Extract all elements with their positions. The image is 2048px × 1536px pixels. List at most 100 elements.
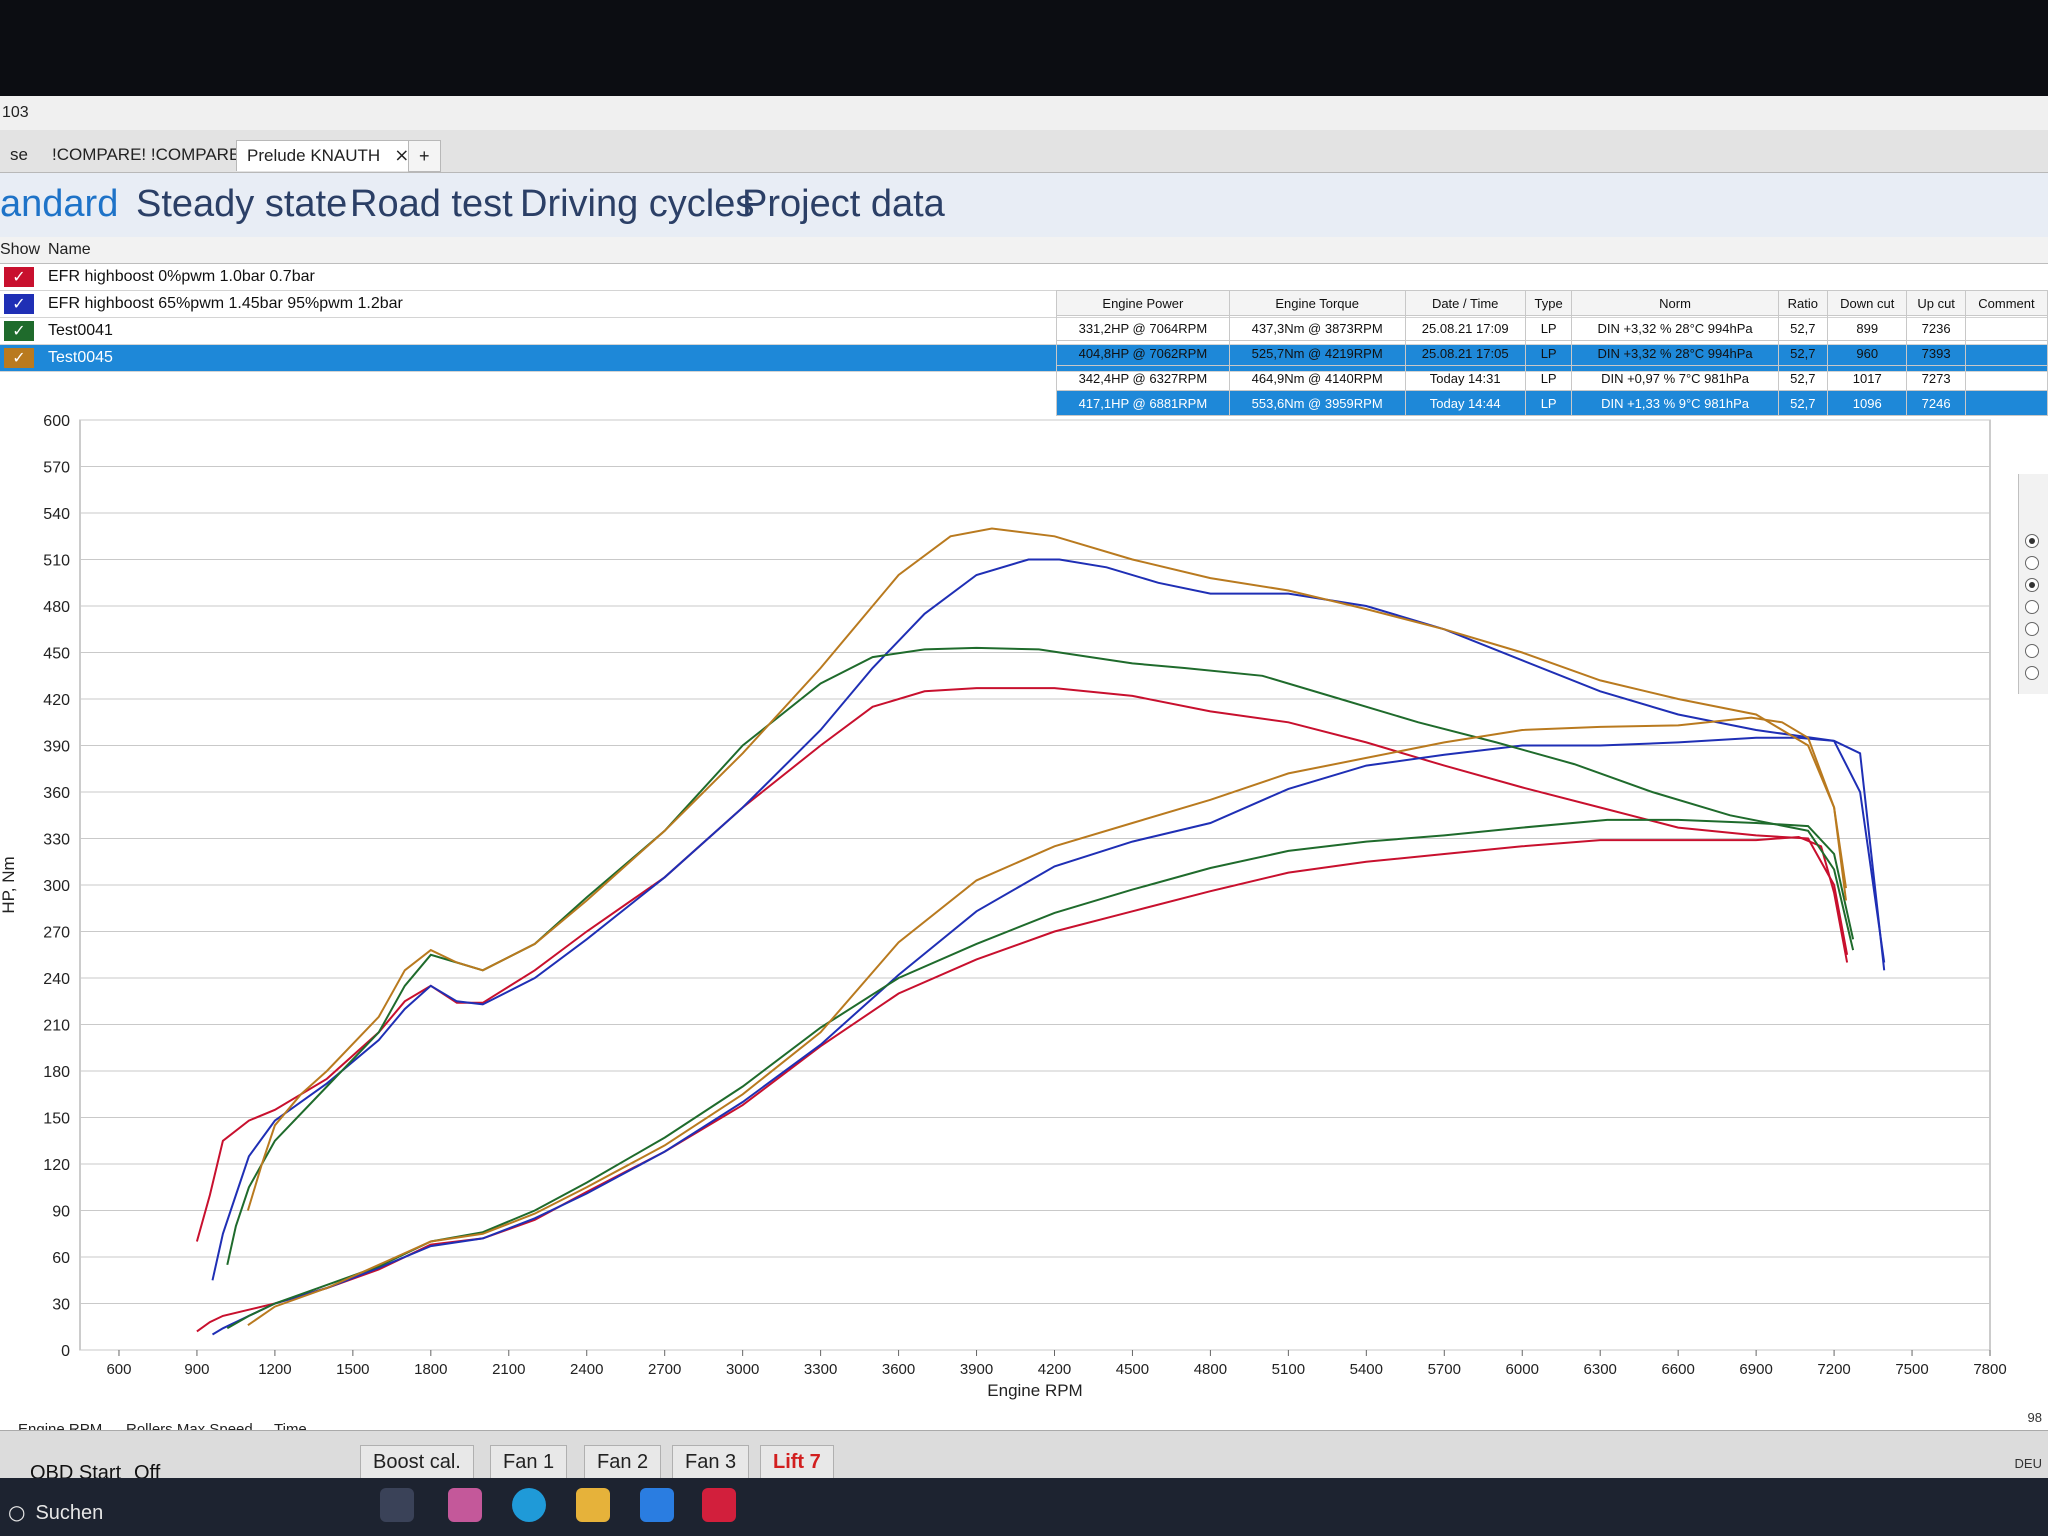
x-tick-label: 5400 xyxy=(1350,1361,1383,1378)
table-row[interactable]: 404,8HP @ 7062RPM 525,7Nm @ 4219RPM 25.08.… xyxy=(1056,340,2048,366)
tab-prelude-knauth[interactable]: Prelude KNAUTH × xyxy=(236,140,421,171)
run-name: Test0041 xyxy=(48,322,113,339)
window-title: 103 xyxy=(2,104,29,121)
y-tick-label: 450 xyxy=(43,646,70,663)
tab-compare[interactable]: !COMPARE! !COMPARE! xyxy=(42,140,255,170)
title-bar: 103 xyxy=(0,96,2048,130)
fan-2-button[interactable]: Fan 2 xyxy=(584,1445,662,1479)
lift-7-button[interactable]: Lift 7 xyxy=(760,1445,834,1479)
x-tick-label: 3300 xyxy=(804,1361,837,1378)
cell: DIN +3,32 % 28°C 994hPa xyxy=(1571,315,1779,341)
nav-project-data[interactable]: Project data xyxy=(742,183,945,226)
x-tick-label: 4200 xyxy=(1038,1361,1071,1378)
cell: 52,7 xyxy=(1777,315,1829,341)
y-tick-label: 90 xyxy=(52,1204,70,1221)
col-down-cut[interactable]: Down cut xyxy=(1827,290,1908,316)
nav-steady-state[interactable]: Steady state xyxy=(136,183,347,226)
table-row[interactable]: 331,2HP @ 7064RPM 437,3Nm @ 3873RPM 25.08.… xyxy=(1056,315,2048,341)
curve-radio[interactable] xyxy=(2025,534,2039,548)
nav-driving-cycles[interactable]: Driving cycles xyxy=(520,183,754,226)
dyno-app-icon[interactable] xyxy=(702,1488,736,1522)
mail-icon[interactable] xyxy=(640,1488,674,1522)
show-checkbox[interactable]: ✓ xyxy=(4,267,34,287)
search-icon: ○ xyxy=(8,1500,26,1524)
curve-radio[interactable] xyxy=(2025,622,2039,636)
cell: 52,7 xyxy=(1777,340,1829,366)
edge-icon[interactable] xyxy=(512,1488,546,1522)
cell: Today 14:31 xyxy=(1404,365,1526,391)
y-tick-label: 240 xyxy=(43,971,70,988)
cell: 899 xyxy=(1827,315,1908,341)
x-tick-label: 3000 xyxy=(726,1361,759,1378)
x-tick-label: 4800 xyxy=(1194,1361,1227,1378)
cell: 342,4HP @ 6327RPM xyxy=(1056,365,1230,391)
x-tick-label: 3600 xyxy=(882,1361,915,1378)
curve-select-panel xyxy=(2018,474,2048,694)
language-indicator[interactable]: DEU xyxy=(2015,1456,2042,1471)
curve-radio[interactable] xyxy=(2025,556,2039,570)
run-name: Test0045 xyxy=(48,349,113,366)
cell: 25.08.21 17:05 xyxy=(1404,340,1526,366)
x-tick-label: 6300 xyxy=(1584,1361,1617,1378)
x-tick-label: 2700 xyxy=(648,1361,681,1378)
curve-radio[interactable] xyxy=(2025,578,2039,592)
taskbar: ○ Suchen DEU xyxy=(0,1456,2048,1536)
cell: DIN +0,97 % 7°C 981hPa xyxy=(1571,365,1779,391)
copilot-icon[interactable] xyxy=(448,1488,482,1522)
app-window: 103 se !COMPARE! !COMPARE! Prelude KNAUT… xyxy=(0,96,2048,1536)
run-row[interactable]: ✓ EFR highboost 0%pwm 1.0bar 0.7bar xyxy=(0,264,2048,291)
new-tab-button[interactable]: + xyxy=(408,140,441,172)
tab-se[interactable]: se xyxy=(0,140,38,170)
y-tick-label: 270 xyxy=(43,925,70,942)
y-tick-label: 60 xyxy=(52,1250,70,1267)
y-tick-label: 390 xyxy=(43,739,70,756)
boost-cal-button[interactable]: Boost cal. xyxy=(360,1445,474,1479)
col-date-time[interactable]: Date / Time xyxy=(1404,290,1526,316)
cell: 7393 xyxy=(1906,340,1966,366)
dyno-chart[interactable]: 0 30 60 90 120 150 180 210 240 270 300 330 360 390 420… xyxy=(0,410,2048,1400)
x-tick-label: 6900 xyxy=(1739,1361,1772,1378)
y-tick-label: 570 xyxy=(43,460,70,477)
name-column-header[interactable]: Name xyxy=(48,241,91,259)
cell xyxy=(1964,340,2048,366)
y-axis-label: HP, Nm xyxy=(0,856,18,913)
curve-radio[interactable] xyxy=(2025,644,2039,658)
y-tick-label: 30 xyxy=(52,1297,70,1314)
y-tick-label: 480 xyxy=(43,599,70,616)
file-explorer-icon[interactable] xyxy=(576,1488,610,1522)
x-tick-label: 900 xyxy=(184,1361,209,1378)
cell: 7273 xyxy=(1906,365,1966,391)
col-engine-power[interactable]: Engine Power xyxy=(1056,290,1230,316)
x-tick-label: 600 xyxy=(106,1361,131,1378)
col-ratio[interactable]: Ratio xyxy=(1777,290,1829,316)
cell: 331,2HP @ 7064RPM xyxy=(1056,315,1230,341)
curve-radio[interactable] xyxy=(2025,600,2039,614)
col-up-cut[interactable]: Up cut xyxy=(1906,290,1966,316)
nav-standard[interactable]: andard xyxy=(0,183,118,226)
task-view-icon[interactable] xyxy=(380,1488,414,1522)
show-checkbox[interactable]: ✓ xyxy=(4,348,34,368)
col-engine-torque[interactable]: Engine Torque xyxy=(1228,290,1406,316)
col-type[interactable]: Type xyxy=(1524,290,1573,316)
nav-road-test[interactable]: Road test xyxy=(350,183,513,226)
x-tick-label: 7500 xyxy=(1895,1361,1928,1378)
taskbar-search[interactable]: ○ Suchen xyxy=(8,1500,103,1525)
x-tick-label: 7800 xyxy=(1973,1361,2006,1378)
col-norm[interactable]: Norm xyxy=(1571,290,1779,316)
fan-3-button[interactable]: Fan 3 xyxy=(672,1445,750,1479)
cell: 464,9Nm @ 4140RPM xyxy=(1228,365,1406,391)
show-checkbox[interactable]: ✓ xyxy=(4,321,34,341)
y-tick-label: 600 xyxy=(43,413,70,430)
show-checkbox[interactable]: ✓ xyxy=(4,294,34,314)
show-column-header[interactable]: Show xyxy=(0,241,40,259)
x-tick-label: 2400 xyxy=(570,1361,603,1378)
fan-1-button[interactable]: Fan 1 xyxy=(490,1445,568,1479)
curve-radio[interactable] xyxy=(2025,666,2039,680)
col-comment[interactable]: Comment xyxy=(1964,290,2048,316)
chart-svg: 0 30 60 90 120 150 180 210 240 270 300 330 360 390 420… xyxy=(0,413,2007,1400)
run-name: EFR highboost 65%pwm 1.45bar 95%pwm 1.2b… xyxy=(48,295,403,312)
y-tick-label: 360 xyxy=(43,785,70,802)
cell: LP xyxy=(1524,315,1573,341)
table-row[interactable]: 342,4HP @ 6327RPM 464,9Nm @ 4140RPM Today … xyxy=(1056,365,2048,391)
y-tick-label: 120 xyxy=(43,1157,70,1174)
